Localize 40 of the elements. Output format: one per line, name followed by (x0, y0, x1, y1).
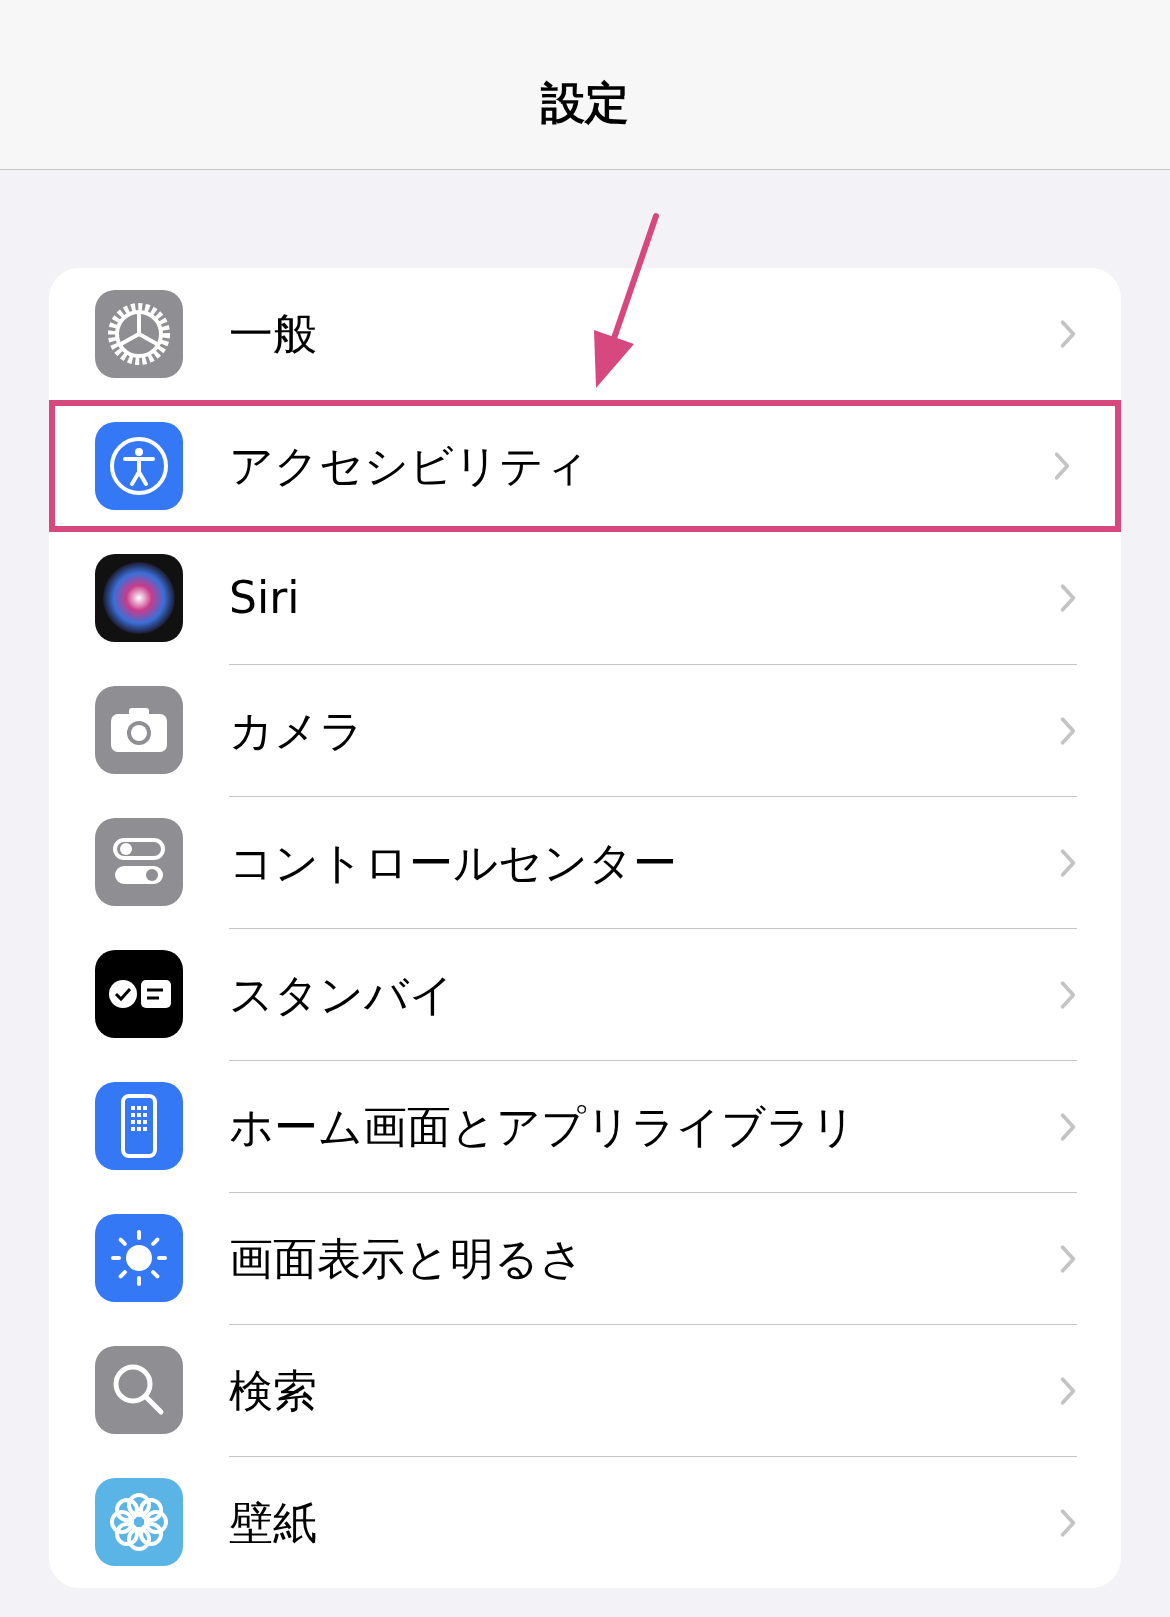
settings-row[interactable]: ホーム画面とアプリライブラリ (49, 1060, 1121, 1192)
chevron-icon (1059, 1375, 1077, 1406)
row-label: 検索 (229, 1363, 318, 1418)
settings-row[interactable]: Siri (49, 532, 1121, 664)
row-label: スタンバイ (229, 967, 455, 1022)
clock-card-icon (95, 950, 183, 1038)
row-label: Siri (229, 571, 301, 625)
chevron-icon (1053, 451, 1071, 481)
chevron-icon (1059, 1111, 1077, 1142)
sun-icon (95, 1214, 183, 1302)
row-label: 壁紙 (229, 1495, 318, 1550)
settings-row[interactable]: コントロールセンター (49, 796, 1121, 928)
accessibility-icon (95, 422, 183, 510)
settings-row[interactable]: アクセシビリティ (49, 400, 1121, 532)
phone-grid-icon (95, 1082, 183, 1170)
row-label: カメラ (229, 703, 365, 758)
page-title: 設定 (541, 75, 629, 130)
settings-row[interactable]: カメラ (49, 664, 1121, 796)
orb-icon (95, 554, 183, 642)
chevron-icon (1059, 847, 1077, 878)
row-label: コントロールセンター (229, 835, 678, 890)
chevron-icon (1059, 583, 1077, 613)
chevron-icon (1059, 1507, 1077, 1538)
settings-row[interactable]: 壁紙 (49, 1456, 1121, 1588)
row-label: アクセシビリティ (229, 439, 590, 493)
chevron-icon (1059, 979, 1077, 1010)
row-label: 一般 (229, 307, 318, 361)
toggles-icon (95, 818, 183, 906)
row-label: ホーム画面とアプリライブラリ (229, 1099, 857, 1154)
gear-icon (95, 290, 183, 378)
settings-row[interactable]: 検索 (49, 1324, 1121, 1456)
search-icon (95, 1346, 183, 1434)
flower-icon (95, 1478, 183, 1566)
chevron-icon (1059, 1243, 1077, 1274)
settings-row[interactable]: スタンバイ (49, 928, 1121, 1060)
settings-row[interactable]: 画面表示と明るさ (49, 1192, 1121, 1324)
row-label: 画面表示と明るさ (229, 1231, 585, 1286)
camera-icon (95, 686, 183, 774)
chevron-icon (1059, 715, 1077, 746)
chevron-icon (1059, 319, 1077, 349)
